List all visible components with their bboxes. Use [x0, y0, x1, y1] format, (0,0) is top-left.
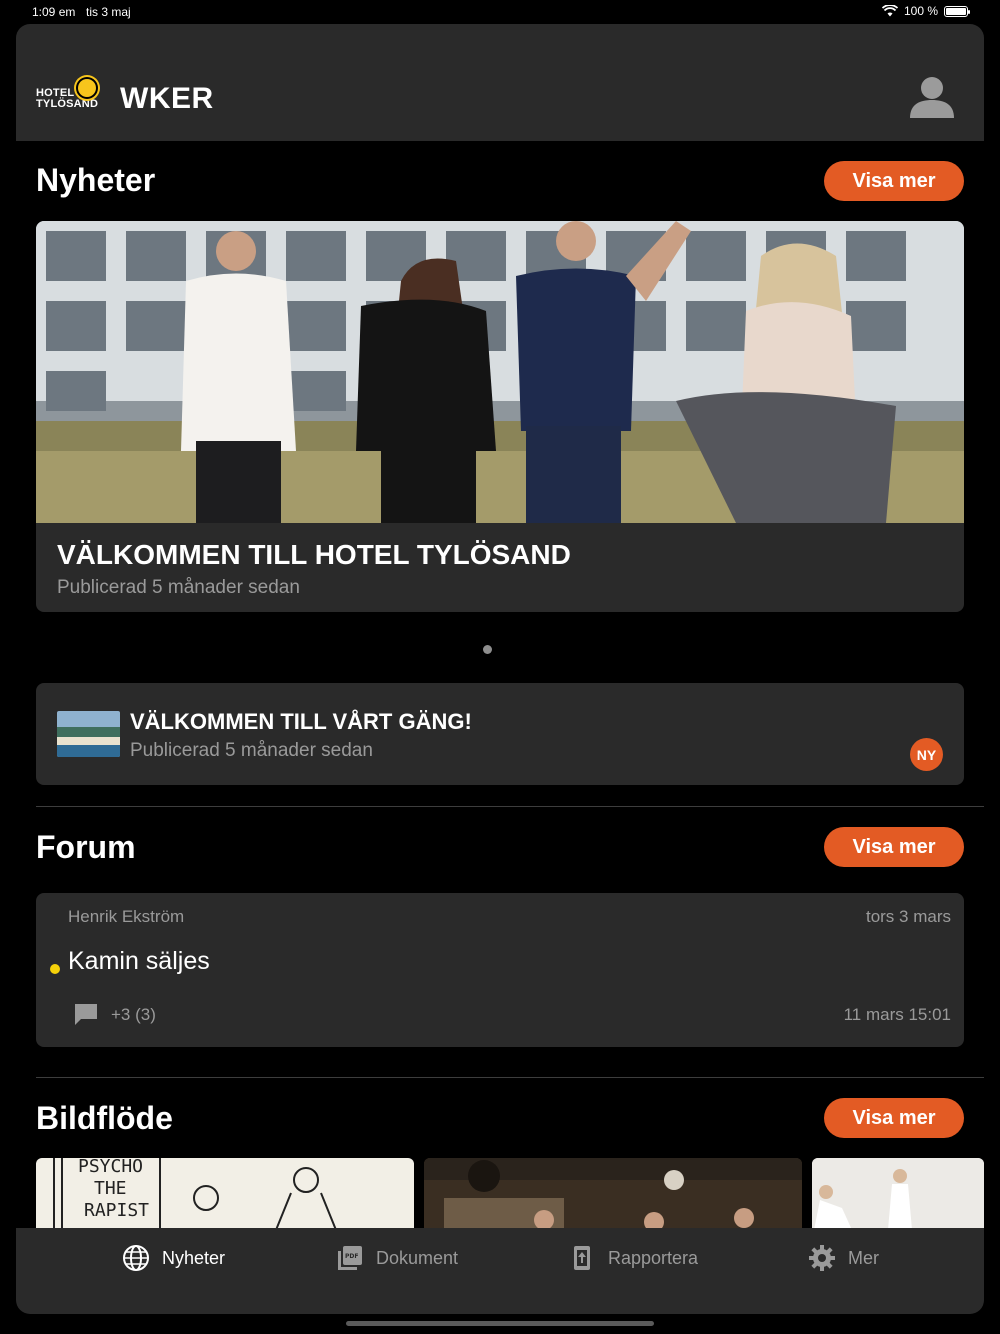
forum-post-title: Kamin säljes: [68, 947, 210, 975]
forum-post-date: tors 3 mars: [865, 907, 951, 926]
news-item-published: Publicerad 5 månader sedan: [130, 740, 373, 761]
sun-icon: [78, 79, 96, 97]
tab-label: Dokument: [376, 1247, 459, 1268]
battery-icon: [944, 5, 970, 17]
tab-nyheter[interactable]: Nyheter: [122, 1243, 225, 1273]
battery-percent: 100 %: [903, 4, 938, 18]
hotel-logo: HOTEL TYLÖSAND: [36, 76, 102, 116]
section-divider: [36, 806, 984, 807]
featured-news-title: VÄLKOMMEN TILL HOTEL TYLÖSAND: [57, 539, 571, 570]
sketch-drawing: PSYCHO THE RAPIST: [53, 1158, 337, 1230]
forum-post-last-activity: 11 mars 15:01: [843, 1005, 951, 1024]
forum-post-card[interactable]: Henrik Ekström tors 3 mars Kamin säljes …: [36, 893, 964, 1047]
tab-bar: Nyheter PDF Dokument Rapportera Mer: [16, 1228, 984, 1314]
feed-image[interactable]: PSYCHO THE RAPIST: [36, 1158, 414, 1230]
new-badge: NY: [910, 738, 943, 771]
tab-rapportera[interactable]: Rapportera: [568, 1243, 698, 1273]
status-bar: 1:09 em tis 3 maj 100 %: [0, 0, 1000, 24]
carousel-page-indicator[interactable]: [483, 645, 492, 654]
news-item-thumbnail: [57, 711, 120, 757]
app-header: HOTEL TYLÖSAND WKER: [16, 24, 984, 141]
wifi-icon: [881, 5, 898, 17]
gallery-more-button[interactable]: Visa mer: [824, 1098, 964, 1138]
section-divider: [36, 1077, 984, 1078]
sketch-text-2: THE: [94, 1178, 127, 1199]
status-date: tis 3 maj: [86, 5, 131, 19]
forum-more-button[interactable]: Visa mer: [824, 827, 964, 867]
forum-post-comment-count: +3 (3): [111, 1005, 156, 1024]
kitchen-photo: [424, 1158, 802, 1230]
tab-dokument[interactable]: PDF Dokument: [336, 1243, 458, 1273]
feed-image[interactable]: [812, 1158, 984, 1230]
unread-dot: [50, 964, 60, 974]
news-section-title: Nyheter: [36, 162, 156, 198]
gallery-section-title: Bildflöde: [36, 1100, 173, 1136]
home-indicator[interactable]: [346, 1321, 654, 1326]
sketch-text-1: PSYCHO: [78, 1158, 143, 1177]
comment-icon: [75, 1004, 97, 1025]
news-item-title: VÄLKOMMEN TILL VÅRT GÄNG!: [130, 709, 472, 734]
news-more-button[interactable]: Visa mer: [824, 161, 964, 201]
brand-title: WKER: [120, 82, 214, 115]
yoga-photo: [812, 1158, 984, 1230]
featured-news-image: [36, 221, 964, 523]
feed-image[interactable]: [424, 1158, 802, 1230]
profile-avatar-icon[interactable]: [908, 74, 956, 120]
tab-label: Rapportera: [608, 1247, 699, 1268]
featured-news-card[interactable]: VÄLKOMMEN TILL HOTEL TYLÖSAND Publicerad…: [36, 221, 964, 612]
featured-news-published: Publicerad 5 månader sedan: [57, 577, 300, 598]
tab-label: Nyheter: [162, 1247, 226, 1268]
tab-mer[interactable]: Mer: [808, 1243, 879, 1273]
logo-line2: TYLÖSAND: [36, 98, 99, 110]
upload-icon: [574, 1246, 590, 1270]
forum-section-title: Forum: [36, 829, 136, 865]
globe-icon: [123, 1245, 149, 1271]
tab-label: Mer: [848, 1247, 879, 1268]
status-right: 100 %: [881, 4, 970, 18]
svg-text:PDF: PDF: [345, 1253, 358, 1260]
sketch-text-3: RAPIST: [84, 1200, 149, 1221]
gear-icon: [809, 1245, 835, 1271]
news-list-item[interactable]: VÄLKOMMEN TILL VÅRT GÄNG! Publicerad 5 m…: [36, 683, 964, 785]
image-feed: PSYCHO THE RAPIST: [36, 1158, 984, 1230]
status-time: 1:09 em: [32, 5, 76, 19]
forum-post-author: Henrik Ekström: [68, 907, 185, 926]
pdf-icon: PDF: [338, 1246, 362, 1270]
